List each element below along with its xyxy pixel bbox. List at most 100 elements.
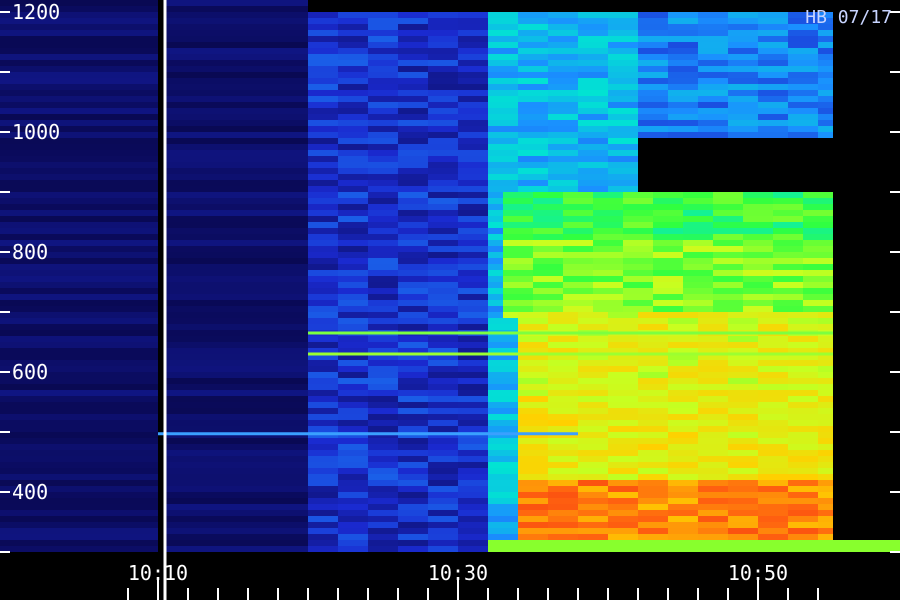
intensity-cell bbox=[683, 246, 713, 252]
intensity-cell bbox=[728, 24, 758, 30]
intensity-cell bbox=[398, 342, 428, 348]
background-noise-band bbox=[164, 480, 308, 486]
intensity-cell bbox=[503, 252, 533, 258]
background-noise-band bbox=[0, 276, 158, 282]
intensity-cell bbox=[548, 378, 578, 384]
intensity-cell bbox=[608, 318, 638, 324]
intensity-cell bbox=[488, 138, 518, 144]
intensity-cell bbox=[713, 228, 743, 234]
intensity-cell bbox=[668, 432, 698, 438]
intensity-cell bbox=[518, 528, 548, 534]
intensity-cell bbox=[758, 120, 788, 126]
intensity-cell bbox=[518, 114, 548, 120]
intensity-cell bbox=[428, 312, 458, 318]
intensity-cell bbox=[578, 522, 608, 528]
background-noise-band bbox=[164, 486, 308, 492]
background-noise-band bbox=[0, 186, 158, 192]
intensity-cell bbox=[758, 102, 788, 108]
intensity-cell bbox=[578, 372, 608, 378]
intensity-cell bbox=[563, 282, 593, 288]
intensity-cell bbox=[758, 516, 788, 522]
intensity-cell bbox=[428, 102, 458, 108]
intensity-cell bbox=[458, 120, 488, 126]
intensity-cell bbox=[458, 288, 488, 294]
intensity-cell bbox=[563, 228, 593, 234]
intensity-cell bbox=[338, 156, 368, 162]
intensity-cell bbox=[578, 18, 608, 24]
intensity-cell bbox=[458, 138, 488, 144]
intensity-cell bbox=[638, 96, 668, 102]
intensity-cell bbox=[668, 438, 698, 444]
intensity-cell bbox=[683, 258, 713, 264]
intensity-cell bbox=[773, 216, 803, 222]
intensity-cell bbox=[638, 12, 668, 18]
intensity-cell bbox=[668, 492, 698, 498]
intensity-cell bbox=[458, 342, 488, 348]
intensity-cell bbox=[503, 210, 533, 216]
intensity-cell bbox=[458, 18, 488, 24]
intensity-cell bbox=[638, 114, 668, 120]
intensity-cell bbox=[608, 138, 638, 144]
intensity-cell bbox=[623, 204, 653, 210]
intensity-cell bbox=[518, 90, 548, 96]
intensity-cell bbox=[518, 342, 548, 348]
intensity-cell bbox=[488, 12, 518, 18]
intensity-cell bbox=[518, 366, 548, 372]
intensity-cell bbox=[338, 216, 368, 222]
intensity-cell bbox=[788, 384, 818, 390]
intensity-cell bbox=[368, 222, 398, 228]
intensity-cell bbox=[683, 264, 713, 270]
intensity-cell bbox=[398, 534, 428, 540]
intensity-cell bbox=[458, 156, 488, 162]
intensity-cell bbox=[338, 492, 368, 498]
intensity-cell bbox=[548, 42, 578, 48]
intensity-cell bbox=[338, 366, 368, 372]
intensity-cell bbox=[638, 516, 668, 522]
background-noise-band bbox=[0, 228, 158, 234]
background-noise-band bbox=[164, 66, 308, 72]
intensity-cell bbox=[458, 390, 488, 396]
intensity-cell bbox=[368, 90, 398, 96]
background-noise-band bbox=[164, 306, 308, 312]
intensity-cell bbox=[788, 90, 818, 96]
intensity-cell bbox=[698, 396, 728, 402]
intensity-cell bbox=[548, 396, 578, 402]
intensity-cell bbox=[668, 426, 698, 432]
intensity-cell bbox=[368, 420, 398, 426]
background-noise-band bbox=[164, 246, 308, 252]
intensity-cell bbox=[758, 336, 788, 342]
intensity-cell bbox=[398, 480, 428, 486]
intensity-cell bbox=[398, 102, 428, 108]
intensity-cell bbox=[683, 288, 713, 294]
intensity-cell bbox=[428, 276, 458, 282]
intensity-cell bbox=[368, 408, 398, 414]
intensity-cell bbox=[743, 210, 773, 216]
intensity-cell bbox=[608, 528, 638, 534]
intensity-cell bbox=[398, 540, 428, 546]
intensity-cell bbox=[653, 270, 683, 276]
background-noise-band bbox=[164, 366, 308, 372]
intensity-cell bbox=[398, 120, 428, 126]
intensity-cell bbox=[368, 306, 398, 312]
intensity-cell bbox=[458, 30, 488, 36]
intensity-cell bbox=[368, 540, 398, 546]
background-noise-band bbox=[0, 102, 158, 108]
intensity-cell bbox=[548, 516, 578, 522]
intensity-cell bbox=[368, 414, 398, 420]
intensity-cell bbox=[608, 336, 638, 342]
intensity-cell bbox=[653, 282, 683, 288]
intensity-cell bbox=[308, 144, 338, 150]
intensity-cell bbox=[623, 258, 653, 264]
intensity-cell bbox=[458, 186, 488, 192]
intensity-cell bbox=[608, 42, 638, 48]
intensity-cell bbox=[458, 144, 488, 150]
intensity-cell bbox=[698, 30, 728, 36]
intensity-cell bbox=[548, 342, 578, 348]
background-noise-band bbox=[164, 138, 308, 144]
intensity-cell bbox=[548, 384, 578, 390]
intensity-cell bbox=[818, 66, 833, 72]
intensity-cell bbox=[608, 390, 638, 396]
intensity-cell bbox=[533, 300, 563, 306]
intensity-cell bbox=[533, 276, 563, 282]
intensity-cell bbox=[458, 234, 488, 240]
